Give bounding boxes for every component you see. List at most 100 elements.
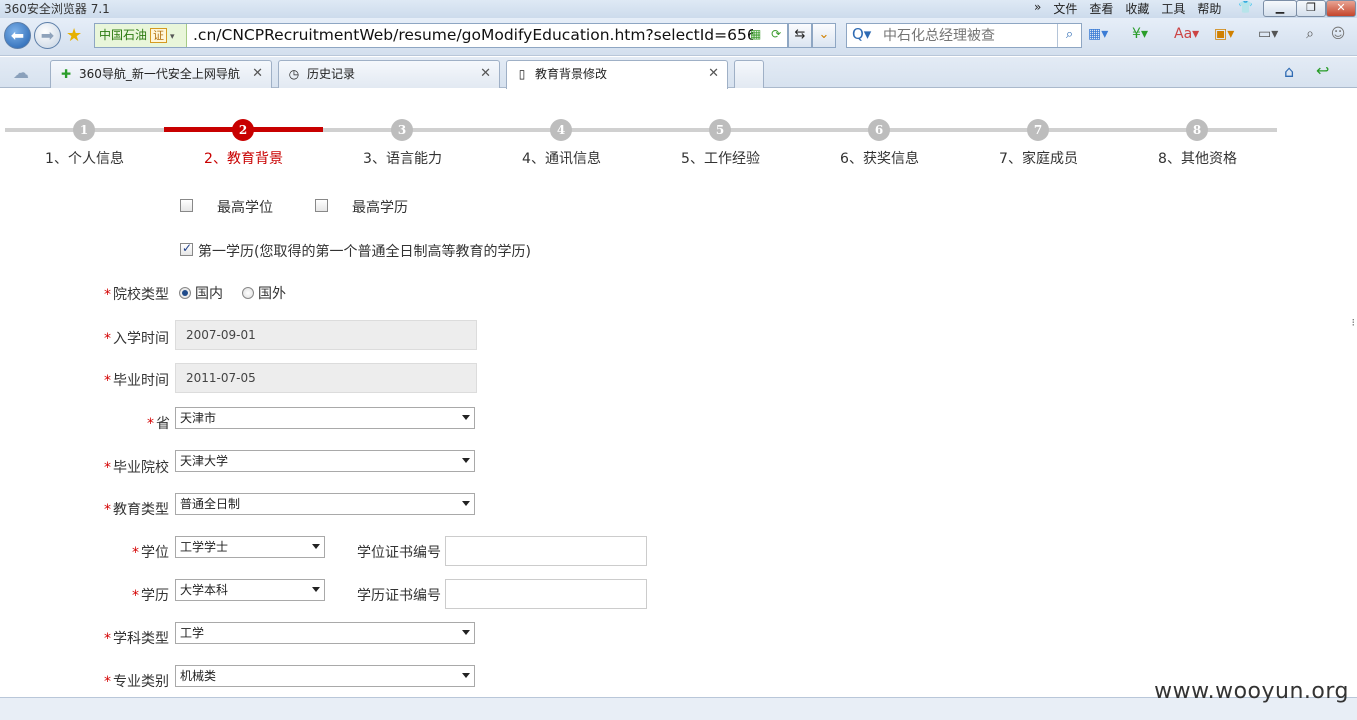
forward-button[interactable]: ➡ — [34, 22, 61, 49]
menu-favorites[interactable]: 收藏 — [1125, 0, 1149, 17]
step-1-number[interactable]: 1 — [73, 119, 95, 141]
screenshot-icon[interactable]: ▭▾ — [1258, 26, 1278, 44]
close-icon[interactable]: ✕ — [708, 61, 719, 87]
required-mark: * — [104, 674, 111, 690]
degree-cert-input[interactable] — [445, 536, 647, 566]
gift-icon[interactable]: ▣▾ — [1214, 26, 1234, 44]
step-6-number[interactable]: 6 — [868, 119, 890, 141]
progress-steps: 1 2 3 4 5 6 7 8 1、个人信息 2、教育背景 3、语言能力 4、通… — [5, 118, 1277, 168]
address-toolbar: ⬅ ➡ ★ 中国石油证 ▾ .cn/CNCPRecruitmentWeb/resu… — [0, 18, 1357, 56]
close-icon[interactable]: ✕ — [480, 61, 491, 87]
step-7-number[interactable]: 7 — [1027, 119, 1049, 141]
close-button[interactable]: ✕ — [1326, 0, 1356, 17]
highest-education-checkbox[interactable] — [315, 199, 328, 212]
required-mark: * — [104, 287, 111, 303]
required-mark: * — [104, 460, 111, 476]
undo-close-icon[interactable]: ↩ — [1316, 61, 1329, 80]
scroll-indicator[interactable]: ⁝ — [1352, 316, 1356, 329]
back-button[interactable]: ⬅ — [4, 22, 31, 49]
step-4-label[interactable]: 4、通讯信息 — [482, 148, 641, 168]
school-select[interactable]: 天津大学 — [175, 450, 475, 472]
url-text[interactable]: .cn/CNCPRecruitmentWeb/resume/goModifyEd… — [193, 25, 753, 46]
step-3-label[interactable]: 3、语言能力 — [323, 148, 482, 168]
zoom-icon[interactable]: ⌕ — [1300, 26, 1320, 44]
discipline-select[interactable]: 工学 — [175, 622, 475, 644]
tab-label: 360导航_新一代安全上网导航 — [79, 67, 240, 81]
cloud-icon[interactable]: ☁ — [13, 63, 29, 82]
education-select[interactable]: 大学本科 — [175, 579, 325, 601]
menu-tools[interactable]: 工具 — [1161, 0, 1185, 17]
tab-bar: ☁ ✚ 360导航_新一代安全上网导航 ✕ ◷ 历史记录 ✕ ▯ 教育背景修改 … — [0, 57, 1357, 89]
enroll-date-field[interactable]: 2007-09-01 — [175, 320, 477, 350]
major-value: 机械类 — [180, 669, 217, 683]
step-2-number[interactable]: 2 — [232, 119, 254, 141]
tab-education-edit[interactable]: ▯ 教育背景修改 ✕ — [506, 60, 728, 89]
foreign-radio[interactable] — [242, 287, 254, 299]
step-8-number[interactable]: 8 — [1186, 119, 1208, 141]
menu-view[interactable]: 查看 — [1089, 0, 1113, 17]
province-label: * 省 — [147, 413, 170, 433]
menu-help[interactable]: 帮助 — [1197, 0, 1221, 17]
menu-more[interactable]: » — [1034, 0, 1041, 17]
education-cert-input[interactable] — [445, 579, 647, 609]
step-4-number[interactable]: 4 — [550, 119, 572, 141]
degree-text: 学位 — [141, 545, 169, 561]
province-select[interactable]: 天津市 — [175, 407, 475, 429]
education-value: 大学本科 — [180, 583, 229, 597]
edu-type-select[interactable]: 普通全日制 — [175, 493, 475, 515]
menu-file[interactable]: 文件 — [1053, 0, 1077, 17]
search-input[interactable] — [883, 26, 1053, 45]
enroll-date-label: * 入学时间 — [104, 328, 169, 348]
degree-select[interactable]: 工学学士 — [175, 536, 325, 558]
school-value: 天津大学 — [180, 454, 229, 468]
tab-360-nav[interactable]: ✚ 360导航_新一代安全上网导航 ✕ — [50, 60, 272, 88]
discipline-value: 工学 — [180, 626, 205, 640]
currency-icon[interactable]: ¥▾ — [1130, 26, 1150, 44]
search-icon[interactable]: ⌕ — [1057, 24, 1081, 47]
tab-history[interactable]: ◷ 历史记录 ✕ — [278, 60, 500, 88]
360-logo-icon: ✚ — [60, 67, 72, 81]
dropdown-arrow-icon — [462, 673, 470, 678]
discipline-label: * 学科类型 — [104, 628, 169, 648]
highest-degree-checkbox[interactable] — [180, 199, 193, 212]
qrcode-icon[interactable]: ▦ — [750, 27, 761, 41]
step-7-label[interactable]: 7、家庭成员 — [959, 148, 1118, 168]
site-identity[interactable]: 中国石油证 ▾ — [95, 24, 187, 47]
first-education-checkbox[interactable] — [180, 241, 193, 256]
user-avatar-icon[interactable]: ☺ — [1328, 26, 1348, 44]
close-icon[interactable]: ✕ — [252, 61, 263, 87]
first-education-label: 第一学历(您取得的第一个普通全日制高等教育的学历) — [198, 244, 531, 260]
restore-button[interactable]: ❐ — [1296, 0, 1326, 17]
favorite-star-icon[interactable]: ★ — [66, 25, 82, 46]
step-8-label[interactable]: 8、其他资格 — [1118, 148, 1277, 168]
translate-icon[interactable]: Aa▾ — [1174, 26, 1199, 44]
foreign-label: 国外 — [258, 286, 286, 302]
address-bar[interactable]: 中国石油证 ▾ .cn/CNCPRecruitmentWeb/resume/goM… — [94, 23, 788, 48]
step-5-label[interactable]: 5、工作经验 — [641, 148, 800, 168]
discipline-text: 学科类型 — [113, 631, 169, 647]
search-engine-icon[interactable]: Q▾ — [852, 25, 871, 43]
minimize-button[interactable]: ▁ — [1263, 0, 1297, 17]
chevron-down-icon: ▾ — [170, 32, 175, 42]
address-dropdown-button[interactable]: ⌄ — [812, 23, 836, 48]
step-5-number[interactable]: 5 — [709, 119, 731, 141]
step-2-label[interactable]: 2、教育背景 — [164, 148, 323, 168]
step-1-label[interactable]: 1、个人信息 — [5, 148, 164, 168]
education-cert-label: 学历证书编号 — [357, 588, 441, 604]
domestic-radio[interactable] — [179, 287, 191, 299]
refresh-icon[interactable]: ⟳ — [771, 27, 781, 41]
step-3-number[interactable]: 3 — [391, 119, 413, 141]
arrow-right-icon: ➡ — [40, 26, 55, 45]
dropdown-arrow-icon — [312, 544, 320, 549]
step-6-label[interactable]: 6、获奖信息 — [800, 148, 959, 168]
degree-value: 工学学士 — [180, 540, 229, 554]
home-icon[interactable]: ⌂ — [1284, 62, 1294, 81]
new-tab-button[interactable] — [734, 60, 764, 88]
compat-mode-button[interactable]: ⇆ — [788, 23, 812, 48]
major-select[interactable]: 机械类 — [175, 665, 475, 687]
search-box[interactable]: Q▾ ⌕ — [846, 23, 1082, 48]
edu-type-label: * 教育类型 — [104, 499, 169, 519]
graduate-date-field[interactable]: 2011-07-05 — [175, 363, 477, 393]
skin-icon[interactable]: 👕 — [1238, 0, 1253, 14]
apps-icon[interactable]: ▦▾ — [1088, 26, 1108, 44]
